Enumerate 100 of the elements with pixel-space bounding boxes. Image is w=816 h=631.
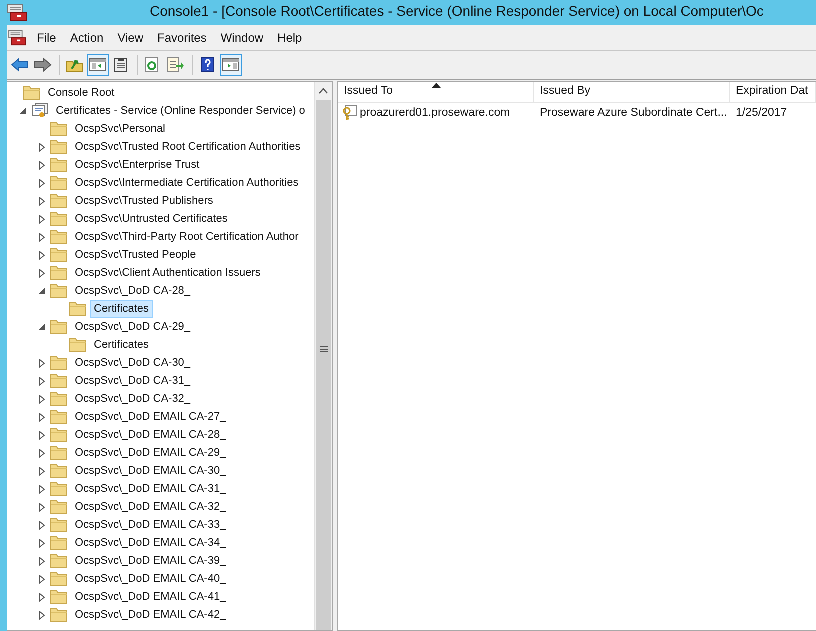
tree-item[interactable]: OcspSvc\_DoD EMAIL CA-27_ bbox=[71, 408, 230, 426]
folder-icon bbox=[50, 122, 68, 136]
expand-triangle-icon[interactable] bbox=[39, 232, 45, 242]
tree-item[interactable]: Certificates - Service (Online Responder Service) o bbox=[52, 102, 310, 120]
menu-item[interactable]: Favorites bbox=[150, 28, 214, 46]
expand-triangle-icon[interactable] bbox=[39, 556, 45, 566]
tree-item[interactable]: OcspSvc\Client Authentication Issuers bbox=[71, 264, 265, 282]
expand-triangle-icon[interactable] bbox=[39, 178, 45, 188]
column-header[interactable]: Issued By bbox=[534, 82, 730, 102]
folder-icon bbox=[50, 176, 68, 190]
expand-triangle-icon[interactable] bbox=[39, 610, 45, 620]
toolbox-icon bbox=[7, 4, 27, 22]
expand-triangle-icon[interactable] bbox=[39, 466, 45, 476]
column-header[interactable]: Issued To bbox=[338, 82, 534, 102]
tree-item[interactable]: Certificates bbox=[90, 300, 154, 318]
tree-item[interactable]: OcspSvc\_DoD EMAIL CA-28_ bbox=[71, 426, 230, 444]
folder-icon bbox=[50, 590, 68, 604]
tree-item[interactable]: OcspSvc\_DoD EMAIL CA-42_ bbox=[71, 606, 230, 624]
tree-item[interactable]: OcspSvc\_DoD CA-29_ bbox=[71, 318, 195, 336]
tree-item[interactable]: OcspSvc\Personal bbox=[71, 120, 170, 138]
expand-triangle-icon[interactable] bbox=[39, 142, 45, 152]
folder-icon bbox=[50, 500, 68, 514]
menu-item[interactable]: File bbox=[30, 28, 64, 46]
tree-item[interactable]: OcspSvc\_DoD CA-32_ bbox=[71, 390, 195, 408]
expand-triangle-icon[interactable] bbox=[39, 160, 45, 170]
tree-item[interactable]: OcspSvc\_DoD EMAIL CA-30_ bbox=[71, 462, 230, 480]
certificate-icon bbox=[31, 103, 49, 119]
table-cell: 1/25/2017 bbox=[736, 107, 788, 119]
tree-item[interactable]: OcspSvc\_DoD EMAIL CA-41_ bbox=[71, 588, 230, 606]
tree-item[interactable]: OcspSvc\_DoD EMAIL CA-39_ bbox=[71, 552, 230, 570]
scroll-up-icon[interactable] bbox=[319, 88, 328, 94]
tree-item[interactable]: OcspSvc\Intermediate Certification Authorities bbox=[71, 174, 303, 192]
expand-triangle-icon[interactable] bbox=[39, 412, 45, 422]
certificate-key-icon bbox=[342, 105, 358, 121]
tree-item[interactable]: OcspSvc\_DoD EMAIL CA-31_ bbox=[71, 480, 230, 498]
menu-item[interactable]: Help bbox=[270, 28, 310, 46]
expand-triangle-icon[interactable] bbox=[39, 502, 45, 512]
expand-triangle-icon[interactable] bbox=[39, 520, 45, 530]
tree-item[interactable]: OcspSvc\Trusted Publishers bbox=[71, 192, 218, 210]
tree-item[interactable]: Certificates bbox=[90, 336, 154, 354]
expand-triangle-icon[interactable] bbox=[39, 448, 45, 458]
folder-icon bbox=[50, 212, 68, 226]
tree-item[interactable]: OcspSvc\Untrusted Certificates bbox=[71, 210, 232, 228]
tree-item[interactable]: OcspSvc\Trusted People bbox=[71, 246, 200, 264]
folder-icon bbox=[50, 230, 68, 244]
expand-triangle-icon[interactable] bbox=[39, 358, 45, 368]
column-header[interactable]: Expiration Dat bbox=[730, 82, 816, 102]
folder-icon bbox=[50, 554, 68, 568]
folder-icon bbox=[50, 248, 68, 262]
expand-triangle-icon[interactable] bbox=[39, 592, 45, 602]
scroll-thumb[interactable] bbox=[316, 100, 331, 630]
expand-triangle-icon[interactable] bbox=[39, 250, 45, 260]
expand-triangle-icon[interactable] bbox=[39, 430, 45, 440]
menu-item[interactable]: Action bbox=[63, 28, 111, 46]
expand-triangle-icon[interactable] bbox=[39, 538, 45, 548]
expand-triangle-icon[interactable] bbox=[39, 394, 45, 404]
collapse-triangle-icon[interactable] bbox=[38, 324, 46, 330]
folder-icon bbox=[50, 608, 68, 622]
tree-item[interactable]: OcspSvc\Enterprise Trust bbox=[71, 156, 204, 174]
folder-icon bbox=[69, 338, 87, 352]
tree-item[interactable]: Console Root bbox=[44, 84, 119, 102]
folder-icon bbox=[50, 572, 68, 586]
menu-item[interactable]: View bbox=[110, 28, 150, 46]
folder-icon bbox=[50, 158, 68, 172]
folder-icon bbox=[69, 302, 87, 316]
grip-icon bbox=[320, 346, 328, 353]
tree-item[interactable]: OcspSvc\_DoD EMAIL CA-34_ bbox=[71, 534, 230, 552]
folder-icon bbox=[50, 194, 68, 208]
scrollbar[interactable] bbox=[314, 82, 332, 630]
expand-triangle-icon[interactable] bbox=[39, 214, 45, 224]
toolbox-icon[interactable] bbox=[8, 30, 26, 46]
tree-item[interactable]: OcspSvc\_DoD CA-28_ bbox=[71, 282, 195, 300]
tree-item[interactable]: OcspSvc\_DoD EMAIL CA-40_ bbox=[71, 570, 230, 588]
expand-triangle-icon[interactable] bbox=[39, 574, 45, 584]
folder-icon bbox=[50, 266, 68, 280]
tree-toggle-button[interactable] bbox=[87, 54, 109, 76]
expand-triangle-icon[interactable] bbox=[39, 196, 45, 206]
collapse-triangle-icon[interactable] bbox=[38, 288, 46, 294]
expand-triangle-icon[interactable] bbox=[39, 268, 45, 278]
folder-icon bbox=[50, 518, 68, 532]
expand-triangle-icon[interactable] bbox=[39, 376, 45, 386]
action-pane-toggle-button[interactable] bbox=[220, 54, 242, 76]
tree-item[interactable]: OcspSvc\_DoD CA-30_ bbox=[71, 354, 195, 372]
tree-item[interactable]: OcspSvc\_DoD EMAIL CA-29_ bbox=[71, 444, 230, 462]
folder-icon bbox=[50, 392, 68, 406]
table-cell: Proseware Azure Subordinate Cert... bbox=[540, 107, 728, 119]
collapse-triangle-icon[interactable] bbox=[20, 108, 26, 114]
tree-item[interactable]: OcspSvc\Trusted Root Certification Authorities bbox=[71, 138, 305, 156]
menu-item[interactable]: Window bbox=[214, 28, 271, 46]
tree-item[interactable]: OcspSvc\_DoD EMAIL CA-33_ bbox=[71, 516, 230, 534]
folder-icon bbox=[50, 410, 68, 424]
expand-triangle-icon[interactable] bbox=[39, 484, 45, 494]
tree-item[interactable]: OcspSvc\_DoD CA-31_ bbox=[71, 372, 195, 390]
folder-icon bbox=[50, 428, 68, 442]
tree-item[interactable]: OcspSvc\Third-Party Root Certification Author bbox=[71, 228, 303, 246]
folder-icon bbox=[50, 284, 68, 298]
sort-ascending-icon bbox=[432, 83, 441, 88]
folder-icon bbox=[50, 446, 68, 460]
tree-item[interactable]: OcspSvc\_DoD EMAIL CA-32_ bbox=[71, 498, 230, 516]
folder-icon bbox=[50, 464, 68, 478]
